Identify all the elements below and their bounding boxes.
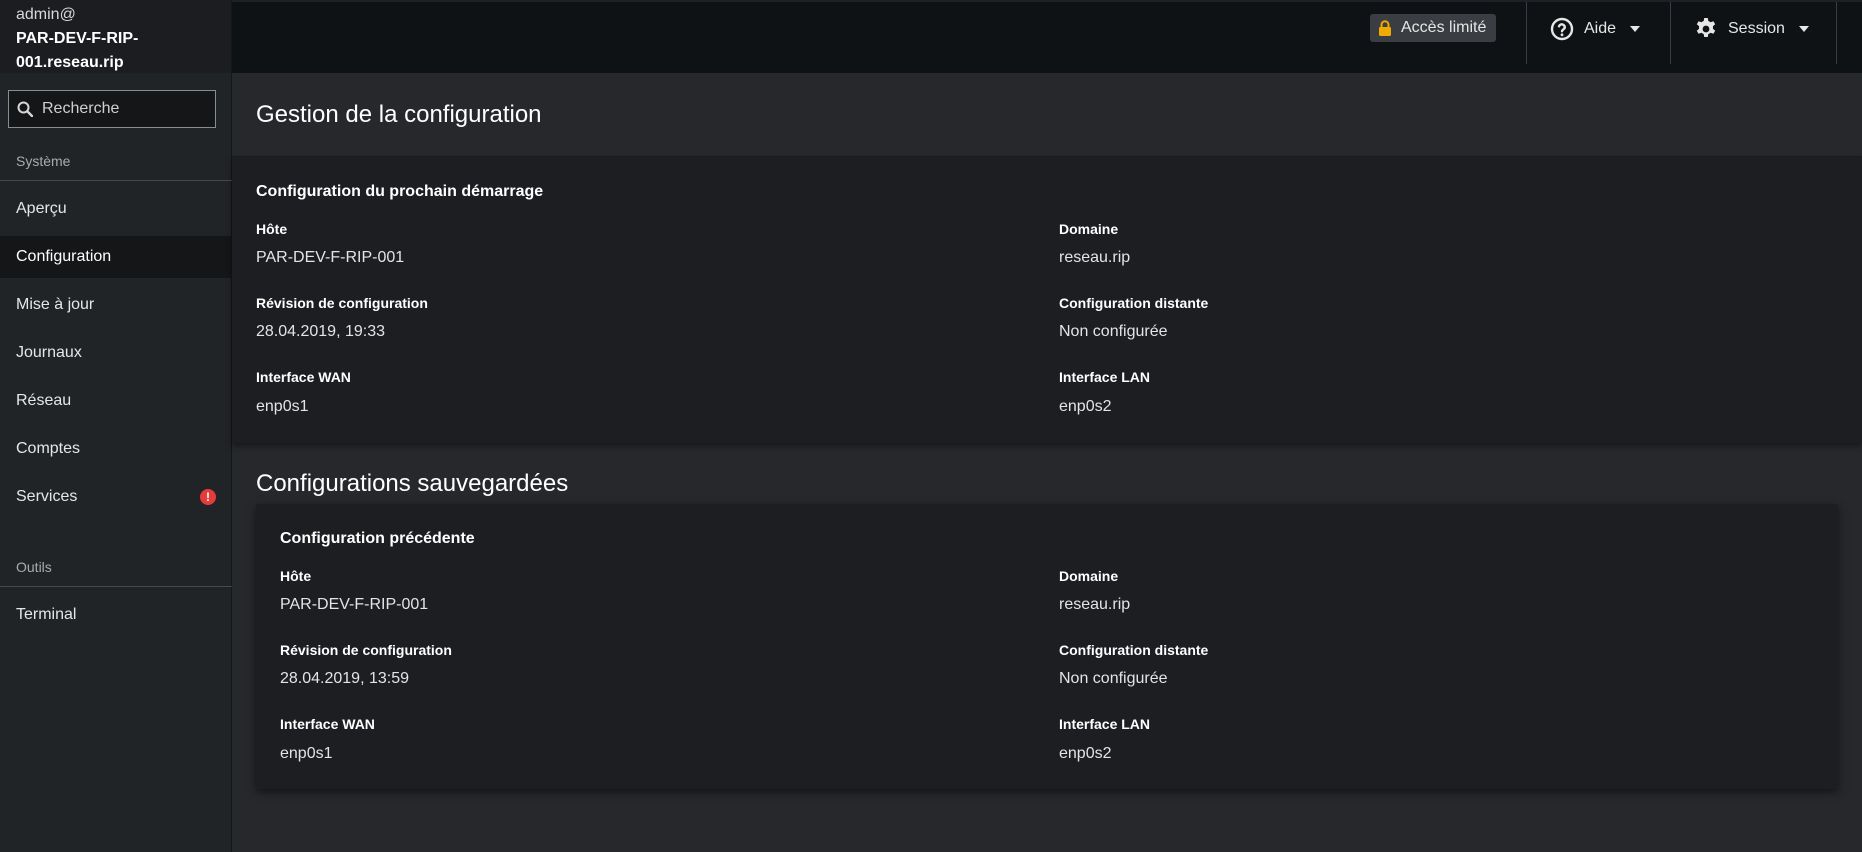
domain-label: Domaine bbox=[1059, 221, 1119, 237]
remote-config-value: Non configurée bbox=[1059, 323, 1168, 340]
sidebar-item-label: Configuration bbox=[16, 248, 112, 265]
page-header: Gestion de la configuration bbox=[232, 73, 1862, 157]
section-label-system: Système bbox=[16, 153, 71, 169]
lan-interface-value: enp0s2 bbox=[1059, 398, 1112, 415]
lan-interface-label: Interface LAN bbox=[1059, 369, 1151, 385]
host-label: Hôte bbox=[280, 568, 312, 584]
sidebar-item-network[interactable]: Réseau bbox=[0, 380, 232, 422]
lan-interface-label: Interface LAN bbox=[1059, 716, 1151, 732]
sidebar-item-overview[interactable]: Aperçu bbox=[0, 188, 232, 230]
sidebar-item-label: Terminal bbox=[16, 606, 77, 623]
wan-interface-value: enp0s1 bbox=[280, 745, 333, 762]
session-menu-button[interactable]: Session bbox=[1694, 14, 1809, 44]
wan-interface-value: enp0s1 bbox=[256, 398, 309, 415]
host-user: admin@ bbox=[16, 6, 76, 23]
section-label-tools: Outils bbox=[16, 559, 52, 575]
wan-interface-label: Interface WAN bbox=[256, 369, 351, 385]
topbar-divider bbox=[1670, 2, 1671, 64]
session-label: Session bbox=[1728, 20, 1785, 37]
host-switcher[interactable]: admin@ PAR-DEV-F-RIP- 001.reseau.rip bbox=[0, 0, 231, 73]
caret-down-icon bbox=[1630, 26, 1641, 32]
revision-value: 28.04.2019, 13:59 bbox=[280, 670, 410, 687]
top-bar: Accès limité Aide Session bbox=[232, 0, 1862, 73]
remote-config-value: Non configurée bbox=[1059, 670, 1168, 687]
exclamation-circle-icon: ! bbox=[200, 489, 216, 505]
saved-configs-title: Configurations sauvegardées bbox=[256, 470, 569, 497]
section-divider bbox=[0, 180, 232, 181]
previous-config-card: Configuration précédente Hôte PAR-DEV-F-… bbox=[256, 504, 1838, 789]
revision-value: 28.04.2019, 19:33 bbox=[256, 323, 386, 340]
domain-label: Domaine bbox=[1059, 568, 1119, 584]
limited-access-label: Accès limité bbox=[1401, 19, 1487, 36]
sidebar-item-configuration[interactable]: Configuration bbox=[0, 236, 232, 278]
help-label: Aide bbox=[1584, 20, 1617, 37]
sidebar-item-label: Aperçu bbox=[16, 200, 67, 217]
domain-value: reseau.rip bbox=[1059, 249, 1131, 266]
sidebar-item-label: Comptes bbox=[16, 440, 81, 457]
help-menu-button[interactable]: Aide bbox=[1550, 14, 1641, 44]
search-input[interactable] bbox=[42, 100, 212, 118]
sidebar-item-updates[interactable]: Mise à jour bbox=[0, 284, 232, 326]
page-title: Gestion de la configuration bbox=[256, 101, 542, 128]
question-circle-icon bbox=[1550, 17, 1574, 41]
revision-label: Révision de configuration bbox=[280, 642, 452, 658]
card-title: Configuration du prochain démarrage bbox=[256, 183, 544, 200]
section-divider bbox=[0, 586, 232, 587]
search-box bbox=[8, 90, 216, 128]
domain-value: reseau.rip bbox=[1059, 596, 1131, 613]
sidebar-item-label: Réseau bbox=[16, 392, 72, 409]
sidebar-item-terminal[interactable]: Terminal bbox=[0, 594, 232, 636]
revision-label: Révision de configuration bbox=[256, 295, 428, 311]
remote-config-label: Configuration distante bbox=[1059, 642, 1209, 658]
host-value: PAR-DEV-F-RIP-001 bbox=[280, 596, 429, 613]
host-value: PAR-DEV-F-RIP-001 bbox=[256, 249, 405, 266]
card-title: Configuration précédente bbox=[280, 530, 475, 547]
lock-icon bbox=[1379, 20, 1391, 36]
topbar-divider bbox=[1526, 2, 1527, 64]
sidebar-item-label: Mise à jour bbox=[16, 296, 95, 313]
search-icon bbox=[17, 101, 33, 117]
topbar-divider bbox=[1836, 2, 1837, 64]
host-name-line2: 001.reseau.rip bbox=[16, 54, 124, 71]
next-boot-config-card: Configuration du prochain démarrage Hôte… bbox=[232, 157, 1862, 443]
sidebar-item-accounts[interactable]: Comptes bbox=[0, 428, 232, 470]
wan-interface-label: Interface WAN bbox=[280, 716, 375, 732]
sidebar-item-services[interactable]: Services ! bbox=[0, 476, 232, 518]
sidebar: admin@ PAR-DEV-F-RIP- 001.reseau.rip Sys… bbox=[0, 0, 232, 852]
sidebar-item-logs[interactable]: Journaux bbox=[0, 332, 232, 374]
caret-down-icon bbox=[1798, 26, 1809, 32]
lan-interface-value: enp0s2 bbox=[1059, 745, 1112, 762]
remote-config-label: Configuration distante bbox=[1059, 295, 1209, 311]
host-label: Hôte bbox=[256, 221, 288, 237]
host-name-line1: PAR-DEV-F-RIP- bbox=[16, 30, 139, 47]
sidebar-item-label: Services bbox=[16, 488, 78, 505]
limited-access-button[interactable]: Accès limité bbox=[1370, 14, 1497, 42]
gear-icon bbox=[1696, 18, 1716, 37]
sidebar-item-label: Journaux bbox=[16, 344, 82, 361]
